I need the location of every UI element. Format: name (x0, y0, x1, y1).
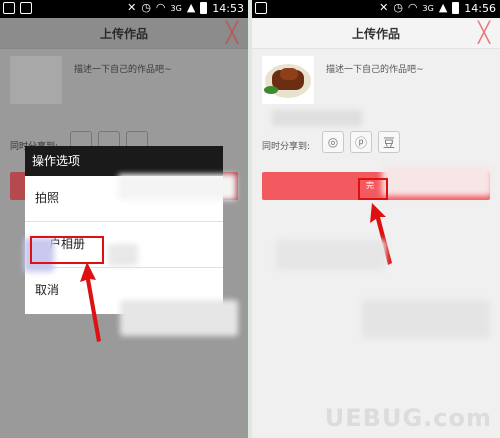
network-type: 3G (170, 3, 182, 13)
image-icon (20, 2, 32, 14)
page-title: 上传作品 (99, 27, 148, 41)
signal-icon: ▲ (186, 1, 196, 14)
status-bar: ✕ ◷ ◠ 3G ▲ 14:53 (0, 0, 248, 18)
watermark: UEBUG.com (324, 404, 492, 432)
alarm-icon: ◷ (393, 1, 403, 14)
weibo-icon[interactable]: ◎ (322, 131, 344, 153)
garnish-shape (264, 86, 278, 94)
douban-icon[interactable]: 豆 (378, 131, 400, 153)
app-header: 上传作品 ╳ (0, 18, 248, 49)
done-highlight-box (358, 178, 388, 200)
gallery-icon (255, 2, 267, 14)
signal-icon: ▲ (438, 1, 448, 14)
blur-mask (276, 240, 386, 270)
share-label: 同时分享到: (262, 142, 311, 152)
right-screen: ✕ ◷ ◠ 3G ▲ 14:56 上传作品 ╳ 描述一下自己的作品吧~ 同时分享… (252, 0, 500, 438)
alarm-icon: ◷ (141, 1, 151, 14)
dialog-title: 操作选项 (25, 146, 223, 176)
option-label: 取消 (35, 283, 60, 297)
share-icons: ◎ ⓟ 豆 (322, 131, 400, 153)
uploaded-photo[interactable] (262, 56, 314, 104)
wifi-icon: ◠ (155, 1, 166, 14)
wifi-icon: ◠ (407, 1, 418, 14)
description-input[interactable]: 描述一下自己的作品吧~ (74, 62, 172, 75)
left-screen: ✕ ◷ ◠ 3G ▲ 14:53 上传作品 ╳ 描述一下自己的作品吧~ 同时分享… (0, 0, 248, 438)
blur-mask (120, 300, 238, 336)
option-label: 拍照 (35, 191, 60, 205)
mute-icon: ✕ (379, 1, 389, 14)
status-time: 14:56 (464, 1, 496, 15)
upload-thumbnail[interactable] (10, 56, 62, 104)
close-icon[interactable]: ╳ (226, 22, 238, 42)
battery-icon (200, 2, 208, 14)
options-dialog: 操作选项 拍照 户相册 取消 (25, 146, 223, 314)
battery-icon (452, 2, 460, 14)
network-type: 3G (422, 3, 434, 13)
gallery-icon (3, 2, 15, 14)
arrow-icon (80, 262, 101, 342)
page-title: 上传作品 (351, 27, 400, 41)
blur-mask (272, 110, 362, 126)
blur-mask (118, 174, 236, 200)
pinterest-icon[interactable]: ⓟ (350, 131, 372, 153)
blur-mask (382, 166, 492, 196)
blur-mask (362, 300, 490, 338)
close-icon[interactable]: ╳ (478, 22, 490, 42)
food-shape (280, 68, 298, 80)
status-bar: ✕ ◷ ◠ 3G ▲ 14:56 (252, 0, 500, 18)
arrow-shape (80, 262, 101, 342)
app-header: 上传作品 ╳ (252, 18, 500, 49)
status-time: 14:53 (212, 1, 244, 15)
album-highlight-box (30, 236, 104, 264)
mute-icon: ✕ (127, 1, 137, 14)
description-input[interactable]: 描述一下自己的作品吧~ (326, 62, 424, 75)
